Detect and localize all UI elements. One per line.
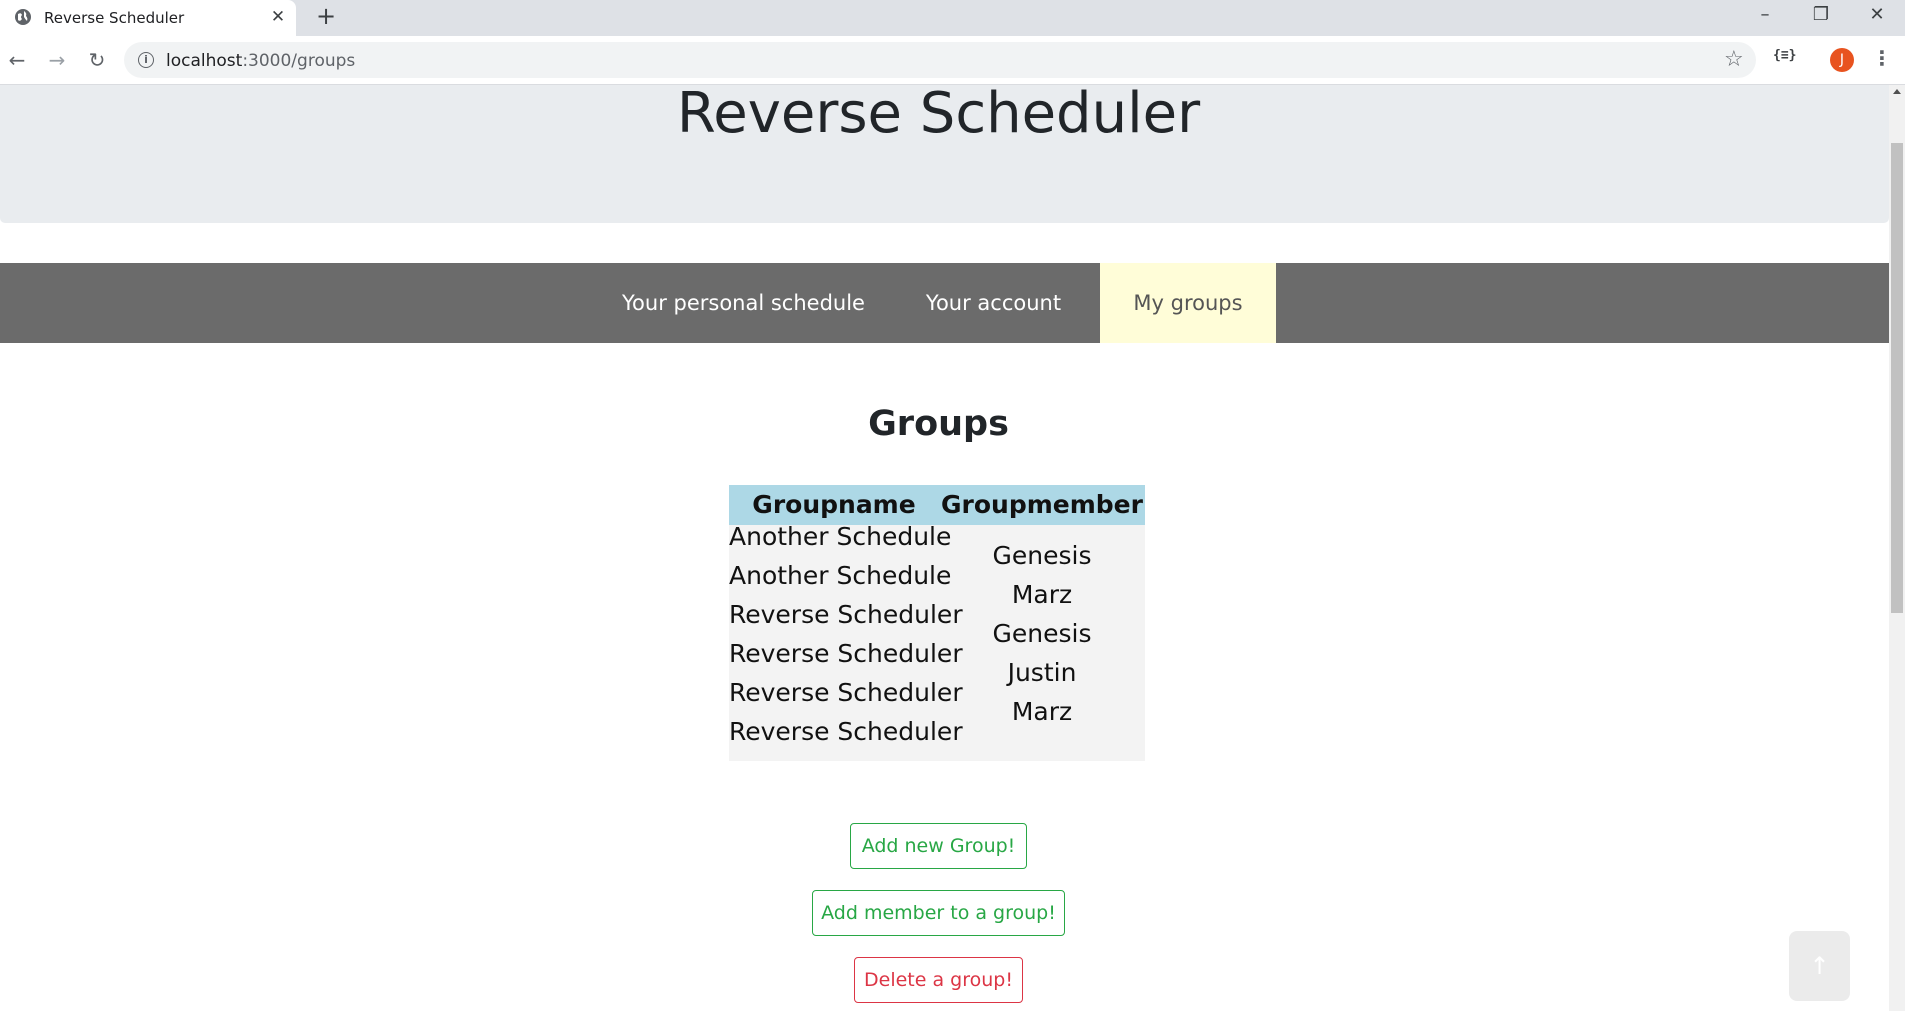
restore-icon[interactable]: ❐: [1793, 0, 1849, 30]
groupmember-cell: Genesis: [992, 619, 1092, 648]
scroll-up-icon[interactable]: [1893, 89, 1901, 94]
groupname-cell: Another Schedule: [729, 522, 952, 551]
main-navbar: Your personal schedule Your account My g…: [0, 263, 1889, 343]
close-icon[interactable]: ✕: [268, 7, 288, 27]
avatar[interactable]: J: [1830, 48, 1854, 72]
nav-my-groups[interactable]: My groups: [1100, 263, 1276, 343]
plus-icon[interactable]: +: [314, 4, 338, 28]
tab-strip: Reverse Scheduler ✕ + – ❐ ✕: [0, 0, 1905, 36]
add-member-button[interactable]: Add member to a group!: [812, 890, 1065, 936]
groupmember-cell: Marz: [1011, 697, 1073, 726]
url-text[interactable]: localhost:3000/groups: [166, 51, 355, 71]
groupmember-cell: Genesis: [992, 541, 1092, 570]
column-header-groupmember: Groupmember: [941, 490, 1143, 519]
menu-icon[interactable]: ⋮: [1872, 46, 1892, 70]
groupmember-cell: Justin: [1007, 658, 1077, 687]
groupname-cell: Reverse Scheduler: [729, 600, 963, 629]
nav-personal-schedule[interactable]: Your personal schedule: [617, 263, 870, 343]
browser-tab[interactable]: Reverse Scheduler ✕: [0, 0, 296, 36]
url-host: localhost: [166, 51, 243, 71]
nav-your-account[interactable]: Your account: [911, 263, 1076, 343]
url-path: :3000/groups: [242, 51, 356, 71]
groupname-cell: Another Schedule: [729, 561, 952, 590]
close-window-icon[interactable]: ✕: [1849, 0, 1905, 30]
scrollbar-thumb[interactable]: [1891, 143, 1903, 613]
browser-toolbar: ← → ↻ i localhost:3000/groups ☆ {≡} J ⋮: [0, 36, 1905, 85]
forward-icon[interactable]: →: [44, 47, 70, 73]
groupname-cell: Reverse Scheduler: [729, 639, 963, 668]
info-icon[interactable]: i: [138, 52, 154, 68]
minimize-icon[interactable]: –: [1737, 0, 1793, 30]
page-title: Reverse Scheduler: [676, 85, 1201, 146]
globe-icon: [15, 9, 31, 25]
address-bar[interactable]: i localhost:3000/groups ☆: [124, 42, 1756, 78]
tab-title: Reverse Scheduler: [44, 9, 185, 27]
back-to-top-button[interactable]: ↑: [1789, 931, 1850, 1001]
groupname-cell: Reverse Scheduler: [729, 717, 963, 746]
delete-group-button[interactable]: Delete a group!: [854, 957, 1023, 1003]
groups-table: Groupname Groupmember Another Schedule A…: [729, 485, 1145, 761]
page-scrollbar[interactable]: [1889, 85, 1905, 1011]
groupmember-cell: Marz: [1011, 580, 1073, 609]
extension-icon[interactable]: {≡}: [1773, 48, 1796, 63]
groupname-cell: Reverse Scheduler: [729, 678, 963, 707]
page-viewport: Reverse Scheduler Your personal schedule…: [0, 85, 1889, 1011]
back-icon[interactable]: ←: [4, 47, 30, 73]
add-group-button[interactable]: Add new Group!: [850, 823, 1027, 869]
star-icon[interactable]: ☆: [1724, 47, 1744, 72]
groups-heading: Groups: [868, 404, 1009, 444]
header-jumbotron: Reverse Scheduler: [0, 85, 1889, 223]
reload-icon[interactable]: ↻: [84, 47, 110, 73]
